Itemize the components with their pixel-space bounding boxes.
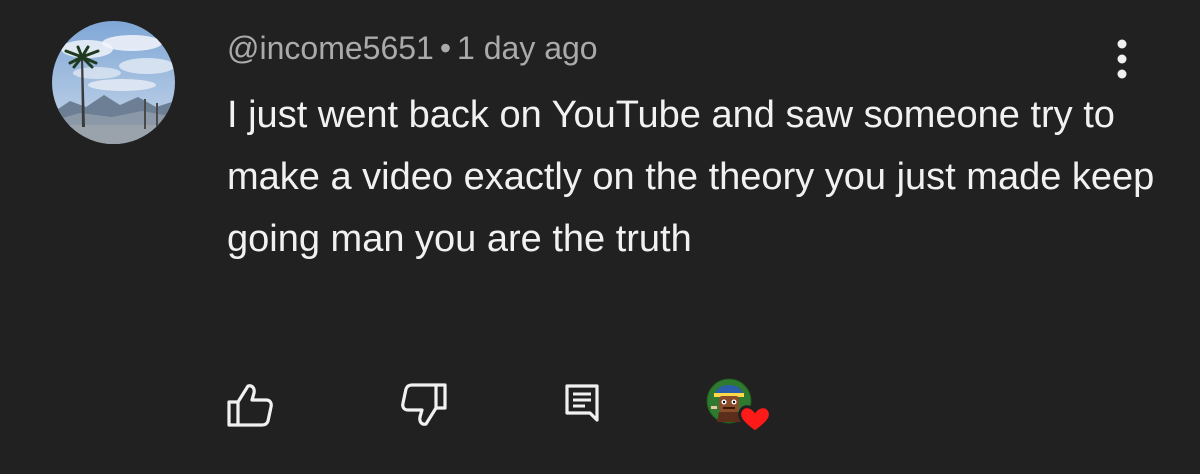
like-button[interactable] (226, 382, 274, 433)
comment-actions (0, 372, 1200, 442)
thumbs-down-icon (401, 383, 447, 426)
dislike-button[interactable] (400, 382, 448, 433)
comment-card: @income5651 • 1 day ago I just went back o… (0, 0, 1200, 474)
meta-separator: • (439, 30, 452, 66)
reply-button[interactable] (564, 382, 600, 433)
thumbs-up-icon (227, 384, 273, 427)
author-name[interactable]: @income5651 (227, 30, 434, 66)
creator-heart-badge (705, 376, 775, 436)
author-avatar[interactable] (52, 21, 175, 144)
comment-icon (565, 384, 599, 422)
creator-heart-icon (706, 378, 772, 434)
comment-meta: @income5651 • 1 day ago (227, 28, 598, 68)
comment-text: I just went back on YouTube and saw some… (227, 94, 1155, 260)
more-vertical-icon[interactable] (1104, 36, 1140, 82)
comment-timestamp[interactable]: 1 day ago (457, 30, 598, 66)
